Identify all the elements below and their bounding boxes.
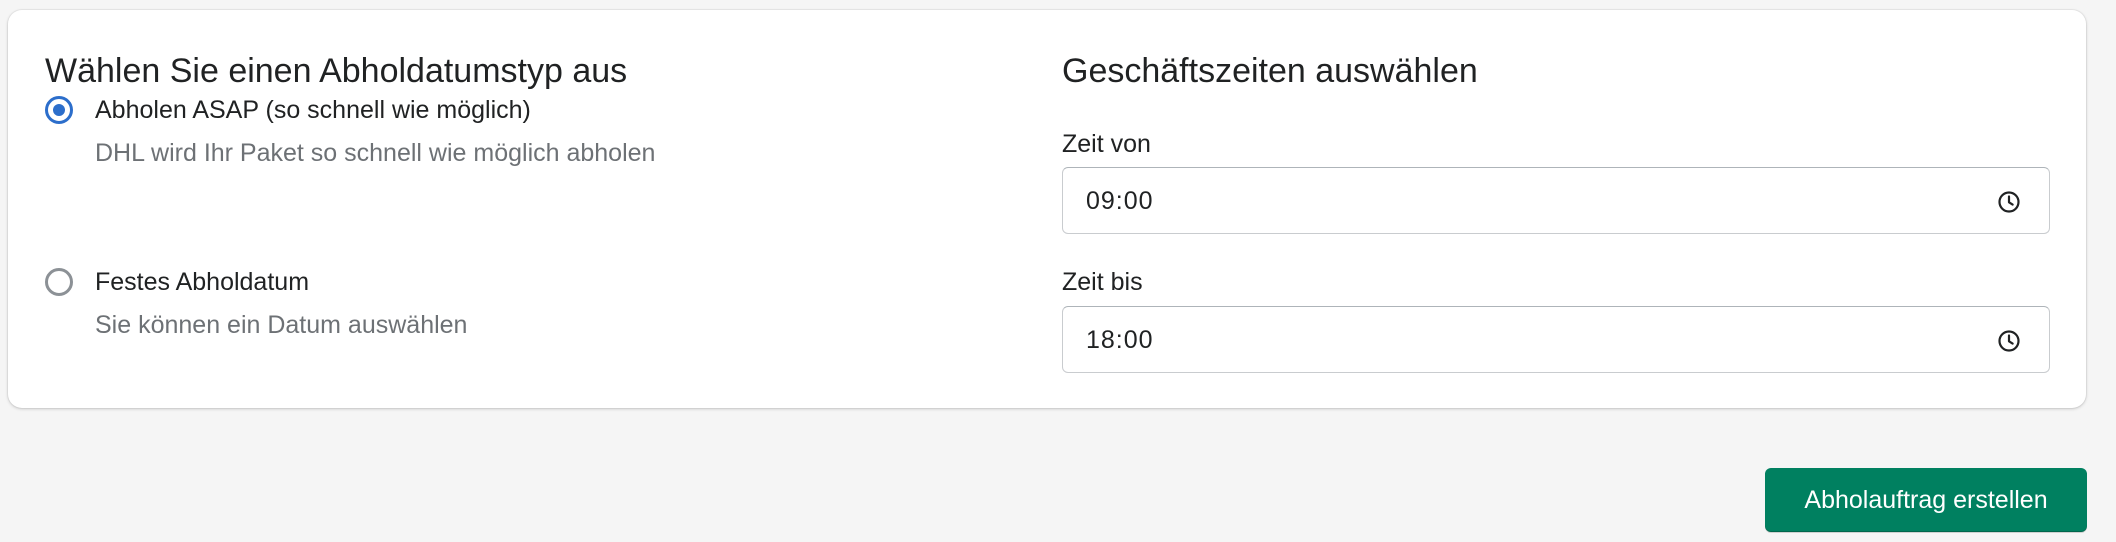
- business-hours-title: Geschäftszeiten auswählen: [1062, 52, 1478, 90]
- option-fixed-date-help: Sie können ein Datum auswählen: [95, 311, 468, 339]
- pickup-settings-card: Wählen Sie einen Abholdatumstyp aus Abho…: [8, 10, 2086, 408]
- option-asap-label[interactable]: Abholen ASAP (so schnell wie möglich): [95, 96, 531, 124]
- option-asap-help: DHL wird Ihr Paket so schnell wie möglic…: [95, 139, 656, 167]
- radio-fixed-date[interactable]: [45, 268, 73, 296]
- time-from-value[interactable]: 09:00: [1086, 168, 1154, 234]
- time-to-value[interactable]: 18:00: [1086, 307, 1154, 373]
- pickup-type-title: Wählen Sie einen Abholdatumstyp aus: [45, 52, 628, 90]
- time-from-label: Zeit von: [1062, 130, 1151, 158]
- time-to-input[interactable]: 18:00: [1062, 306, 2050, 373]
- radio-asap[interactable]: [45, 96, 73, 124]
- option-fixed-date-label[interactable]: Festes Abholdatum: [95, 268, 309, 296]
- clock-icon[interactable]: [1997, 329, 2021, 353]
- time-to-label: Zeit bis: [1062, 268, 1143, 296]
- clock-icon[interactable]: [1997, 190, 2021, 214]
- create-pickup-button[interactable]: Abholauftrag erstellen: [1765, 468, 2087, 532]
- time-from-input[interactable]: 09:00: [1062, 167, 2050, 234]
